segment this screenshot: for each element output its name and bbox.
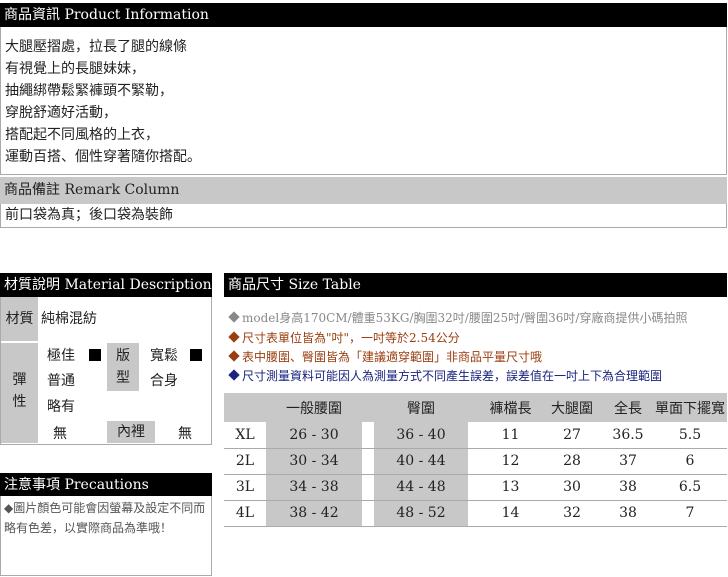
size-cell: 12	[480, 448, 541, 475]
size-cell: 38	[603, 500, 653, 527]
size-col-gap	[468, 474, 480, 501]
size-col-header: 大腿圍	[541, 393, 603, 422]
lining-label: 內裡	[107, 421, 155, 443]
material-box: 材質 純棉混紡 彈性 極佳 普通 略有 無 版型 寬鬆 合身 內裡 無	[0, 297, 212, 445]
size-note: model身高170CM/體重53KG/胸圍32吋/腰圍25吋/臀圍36吋/穿廠…	[228, 309, 687, 326]
size-note: 表中腰圍、臀圍皆為「建議適穿範圍」非商品平量尺寸哦	[228, 348, 542, 365]
size-col-gap	[362, 448, 374, 475]
size-cell: 36.5	[603, 422, 653, 449]
precautions-box: ◆圖片顏色可能會因螢幕及設定不同而略有色差，以實際商品為準哦！	[0, 496, 212, 576]
size-cell: XL	[224, 422, 266, 449]
size-table-header-row: 一般腰圍 臀圍 褲檔長 大腿圍 全長 單面下擺寬	[224, 393, 727, 422]
size-col-gap	[362, 474, 374, 501]
size-cell: 37	[603, 448, 653, 475]
elastic-label-cell: 彈性	[1, 343, 38, 443]
size-col-gap	[362, 500, 374, 527]
table-row: 3L 34 - 38 44 - 48 13 30 38 6.5	[224, 474, 727, 501]
table-row: XL 26 - 30 36 - 40 11 27 36.5 5.5	[224, 422, 727, 449]
size-cell: 32	[541, 500, 603, 527]
product-info-line: 運動百搭、個性穿著隨你搭配。	[5, 149, 201, 165]
elastic-label: 彈性	[12, 372, 27, 410]
size-cell: 30	[541, 474, 603, 501]
size-note: 尺寸測量資料可能因人為測量方式不同產生誤差，誤差值在一吋上下為合理範圍	[228, 367, 662, 384]
size-cell: 30 - 34	[266, 448, 362, 475]
size-cell: 13	[480, 474, 541, 501]
size-cell: 28	[541, 448, 603, 475]
size-cell: 44 - 48	[374, 474, 468, 501]
product-info-box: 大腿壓摺處，拉長了腿的線條 有視覺上的長腿妹妹， 抽繩綁帶鬆緊褲頭不緊勒， 穿脫…	[0, 27, 727, 175]
diamond-icon	[228, 369, 240, 381]
size-cell: 14	[480, 500, 541, 527]
product-info-line: 穿脫舒適好活動，	[5, 105, 117, 121]
elastic-option-excellent: 極佳	[47, 347, 102, 365]
elastic-option-none: 無	[53, 426, 67, 442]
precautions-text: ◆圖片顏色可能會因螢幕及設定不同而略有色差，以實際商品為準哦！	[4, 501, 206, 535]
size-col-gap	[468, 448, 480, 475]
size-note-text: 尺寸測量資料可能因人為測量方式不同產生誤差，誤差值在一吋上下為合理範圍	[242, 369, 663, 383]
size-col-header: 褲檔長	[480, 393, 541, 422]
size-cell: 7	[653, 500, 727, 527]
size-cell: 11	[480, 422, 541, 449]
diamond-icon	[228, 331, 240, 343]
material-value: 純棉混紡	[41, 311, 97, 327]
elastic-option-slight: 略有	[47, 399, 75, 415]
remark-text: 前口袋為真；後口袋為裝飾	[0, 204, 727, 228]
product-info-line: 抽繩綁帶鬆緊褲頭不緊勒，	[5, 83, 173, 99]
size-col-gap	[362, 422, 374, 449]
diamond-icon	[228, 311, 240, 323]
product-info-line: 搭配起不同風格的上衣，	[5, 127, 159, 143]
lining-value: 無	[178, 426, 192, 442]
size-col-header: 臀圍	[374, 393, 468, 422]
table-row: 4L 38 - 42 48 - 52 14 32 38 7	[224, 500, 727, 527]
elastic-option-label: 極佳	[47, 348, 75, 364]
size-col-header	[224, 393, 266, 422]
size-table: 一般腰圍 臀圍 褲檔長 大腿圍 全長 單面下擺寬 XL 26 - 30 36 -…	[224, 393, 727, 527]
fit-option-loose: 寬鬆	[150, 347, 203, 365]
size-cell: 38 - 42	[266, 500, 362, 527]
product-info-line: 大腿壓摺處，拉長了腿的線條	[5, 39, 187, 55]
size-col-header: 全長	[603, 393, 653, 422]
product-info-line: 有視覺上的長腿妹妹，	[5, 61, 145, 77]
size-cell: 5.5	[653, 422, 727, 449]
size-note-text: 尺寸表單位皆為"吋"，一吋等於2.54公分	[242, 331, 460, 345]
size-cell: 48 - 52	[374, 500, 468, 527]
remark-header: 商品備註 Remark Column	[0, 177, 727, 204]
diamond-icon	[228, 350, 240, 362]
size-cell: 34 - 38	[266, 474, 362, 501]
table-row: 2L 30 - 34 40 - 44 12 28 37 6	[224, 448, 727, 475]
size-cell: 4L	[224, 500, 266, 527]
size-col-header: 單面下擺寬	[653, 393, 727, 422]
size-note: 尺寸表單位皆為"吋"，一吋等於2.54公分	[228, 329, 460, 346]
size-cell: 6	[653, 448, 727, 475]
selected-square-icon	[89, 349, 102, 361]
product-info-header: 商品資訊 Product Information	[0, 3, 727, 27]
size-cell: 2L	[224, 448, 266, 475]
size-col-gap	[468, 393, 480, 422]
size-note-text: model身高170CM/體重53KG/胸圍32吋/腰圍25吋/臀圍36吋/穿廠…	[242, 311, 688, 325]
fit-option-label: 寬鬆	[150, 348, 178, 364]
size-col-header: 一般腰圍	[266, 393, 362, 422]
selected-square-icon	[190, 349, 203, 361]
size-note-text: 表中腰圍、臀圍皆為「建議適穿範圍」非商品平量尺寸哦	[242, 350, 543, 364]
elastic-option-normal: 普通	[47, 373, 75, 389]
fit-label-cell: 版型	[107, 343, 139, 391]
precautions-header: 注意事項 Precautions	[0, 473, 212, 496]
size-cell: 40 - 44	[374, 448, 468, 475]
size-col-gap	[468, 422, 480, 449]
size-cell: 26 - 30	[266, 422, 362, 449]
size-col-gap	[362, 393, 374, 422]
size-cell: 3L	[224, 474, 266, 501]
size-cell: 27	[541, 422, 603, 449]
size-col-gap	[468, 500, 480, 527]
fit-label: 版型	[116, 348, 130, 386]
fit-option-fitted: 合身	[150, 373, 178, 389]
size-cell: 6.5	[653, 474, 727, 501]
size-cell: 36 - 40	[374, 422, 468, 449]
material-header: 材質說明 Material Description	[0, 273, 212, 297]
size-table-header: 商品尺寸 Size Table	[224, 273, 727, 297]
size-cell: 38	[603, 474, 653, 501]
material-label: 材質	[1, 297, 38, 341]
